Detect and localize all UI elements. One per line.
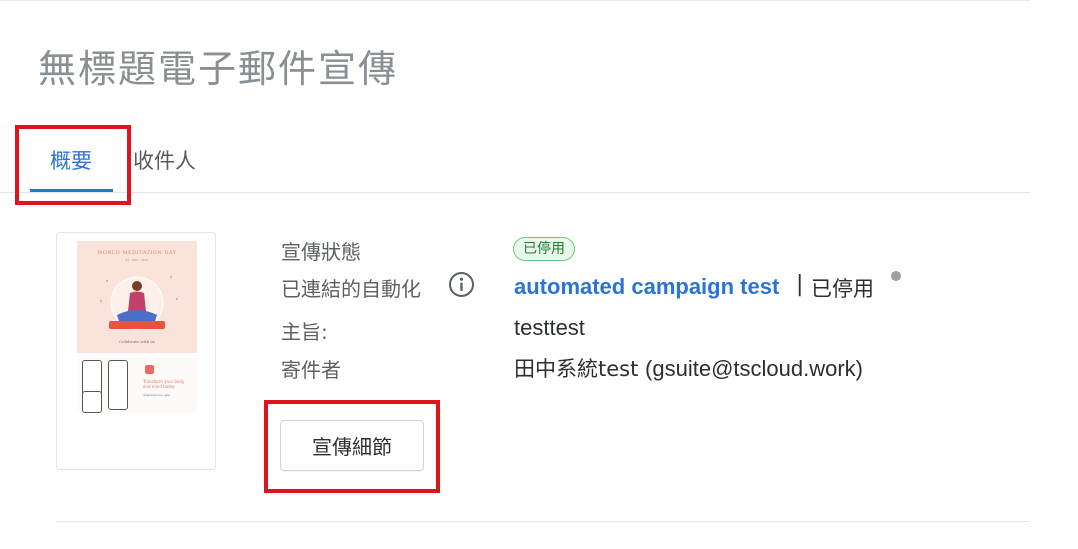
info-icon[interactable] <box>448 271 475 298</box>
app-icon <box>145 365 154 374</box>
sender-name: 田中系統test <box>514 357 639 381</box>
subject-value: testtest <box>514 315 585 340</box>
automation-status: 已停用 <box>811 277 874 301</box>
email-preview-thumbnail[interactable]: WORLD MEDITATION DAY 21 · MAY · 2021 Cel… <box>56 232 216 470</box>
thumbnail-subtitle: Celebrate with us <box>119 339 155 344</box>
thumbnail-promo-text: Transform your body and mind today <box>143 379 185 389</box>
top-divider <box>0 0 1030 1</box>
status-dot-icon <box>891 271 901 281</box>
linked-automation-label: 已連結的自動化 <box>281 277 421 301</box>
automation-separator: | <box>796 272 804 297</box>
page-title: 無標題電子郵件宣傳 <box>38 47 399 91</box>
thumbnail-hero: WORLD MEDITATION DAY 21 · MAY · 2021 Cel… <box>77 241 197 353</box>
automation-link[interactable]: automated campaign test <box>514 274 779 300</box>
tab-bar: 概要 收件人 <box>0 125 1030 193</box>
sender-value: 田中系統test (gsuite@tscloud.work) <box>514 353 863 383</box>
sender-email: (gsuite@tscloud.work) <box>645 356 863 381</box>
sender-label: 寄件者 <box>281 358 341 382</box>
meditation-illustration <box>100 276 178 330</box>
campaign-details-button[interactable]: 宣傳細節 <box>280 420 424 471</box>
phone-mockup <box>108 360 128 410</box>
tab-overview[interactable]: 概要 <box>50 145 92 175</box>
thumbnail-app-section: Transform your body and mind today downl… <box>77 357 197 413</box>
thumbnail-promo-sub: download our app <box>143 393 171 397</box>
tab-recipients[interactable]: 收件人 <box>133 145 196 175</box>
phone-mockup <box>82 391 102 413</box>
campaign-status-label: 宣傳狀態 <box>281 240 361 264</box>
subject-label: 主旨: <box>281 320 328 344</box>
status-badge: 已停用 <box>513 237 575 261</box>
section-divider <box>56 521 1030 522</box>
active-tab-indicator <box>30 189 113 192</box>
